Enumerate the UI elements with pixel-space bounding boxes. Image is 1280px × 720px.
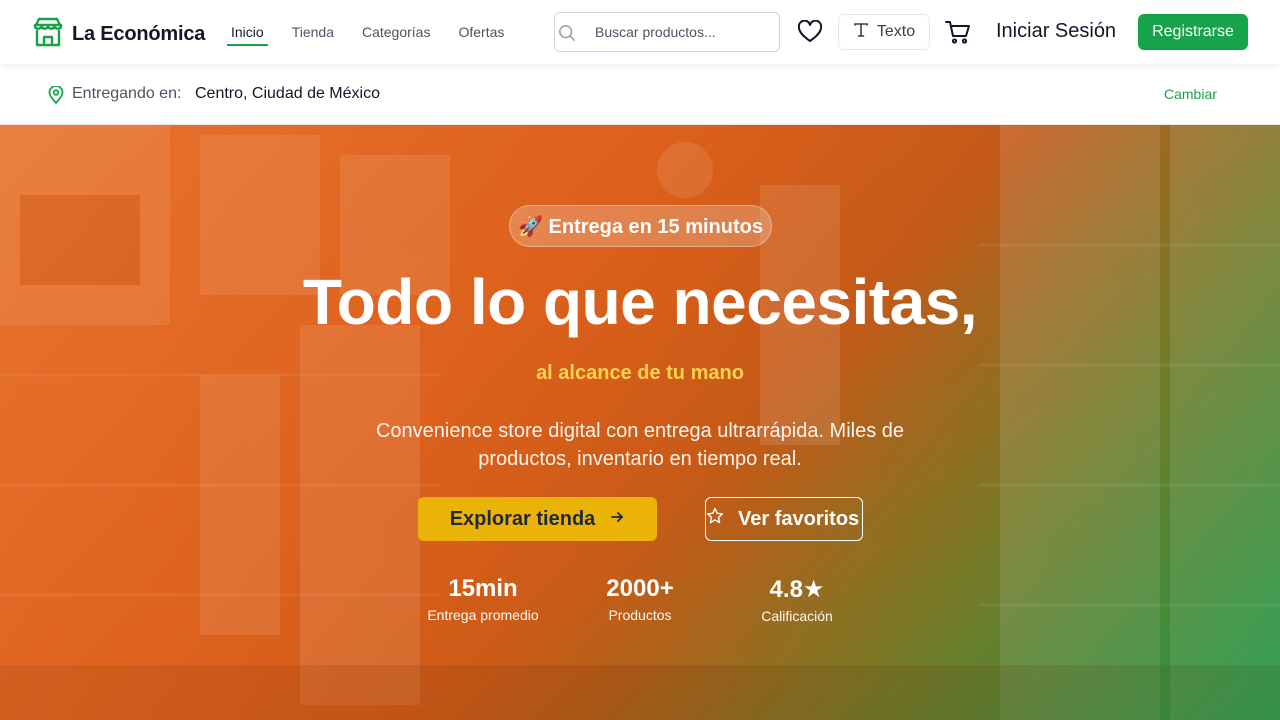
type-icon: [853, 22, 869, 43]
map-pin-icon: [48, 85, 64, 109]
main-nav: Inicio Tienda Categorías Ofertas: [227, 20, 518, 46]
nav-item-categorias[interactable]: Categorías: [348, 20, 444, 46]
stat-value: 2000+: [606, 575, 674, 602]
nav-item-inicio[interactable]: Inicio: [227, 20, 268, 46]
text-size-button[interactable]: Texto: [838, 14, 930, 50]
explore-store-button[interactable]: Explorar tienda: [418, 497, 657, 541]
login-link[interactable]: Iniciar Sesión: [996, 20, 1116, 43]
change-location-link[interactable]: Cambiar: [1164, 86, 1217, 102]
view-favorites-label: Ver favoritos: [738, 507, 860, 530]
stat-delivery-time: 15min Entrega promedio: [403, 575, 563, 623]
delivery-location: Centro, Ciudad de México: [195, 85, 380, 102]
arrow-right-icon: [609, 508, 625, 531]
hero-section: 🚀 Entrega en 15 minutos Todo lo que nece…: [0, 125, 1280, 720]
view-favorites-button[interactable]: Ver favoritos: [705, 497, 863, 541]
search-icon: [558, 24, 576, 47]
stat-value: 15min: [448, 575, 518, 602]
delivery-label: Entregando en:: [72, 85, 182, 102]
hero-description: Convenience store digital con entrega ul…: [375, 420, 905, 470]
search-box: [554, 12, 780, 52]
delivery-bar: Entregando en: Centro, Ciudad de México …: [0, 64, 1280, 125]
brand-name: La Económica: [72, 23, 206, 45]
delivery-badge: 🚀 Entrega en 15 minutos: [509, 205, 772, 247]
stat-label: Calificación: [761, 608, 833, 624]
text-size-label: Texto: [876, 23, 916, 40]
search-input[interactable]: [595, 21, 775, 43]
register-button[interactable]: Registrarse: [1138, 14, 1248, 50]
heart-icon: [797, 19, 823, 48]
cart-icon: [945, 21, 971, 48]
brand-logo[interactable]: La Económica: [32, 16, 205, 53]
stat-label: Productos: [608, 607, 672, 623]
star-outline-icon: [706, 507, 724, 531]
hero-title: Todo lo que necesitas,: [302, 266, 978, 338]
nav-item-tienda[interactable]: Tienda: [278, 20, 348, 46]
cart-button[interactable]: [945, 20, 971, 49]
stat-products: 2000+ Productos: [560, 575, 720, 623]
stat-value: 4.8★: [769, 576, 825, 603]
stat-label: Entrega promedio: [427, 607, 539, 623]
top-nav: La Económica Inicio Tienda Categorías Of…: [0, 0, 1280, 64]
nav-item-ofertas[interactable]: Ofertas: [444, 20, 518, 46]
store-logo-icon: [32, 16, 64, 53]
stat-rating: 4.8★ Calificación: [717, 575, 877, 624]
explore-store-label: Explorar tienda: [449, 507, 596, 530]
favorites-button[interactable]: [797, 19, 823, 49]
hero-subtitle: al alcance de tu mano: [536, 362, 744, 384]
